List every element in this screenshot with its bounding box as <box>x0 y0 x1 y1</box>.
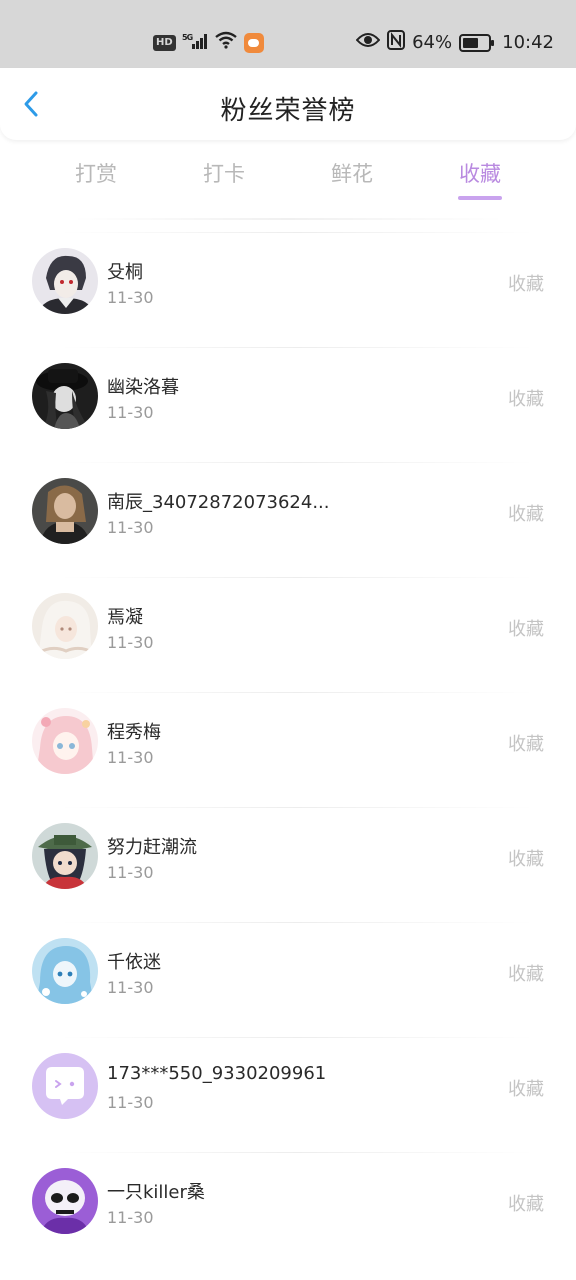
avatar[interactable] <box>32 1168 98 1234</box>
list-item[interactable]: 焉凝 11-30 收藏 <box>0 577 576 692</box>
divider <box>58 807 536 808</box>
fan-name: 努力赶潮流 <box>107 837 197 858</box>
avatar[interactable] <box>32 823 98 889</box>
fan-date: 11-30 <box>107 518 154 537</box>
page-title: 粉丝荣誉榜 <box>220 96 356 126</box>
clock: 10:42 <box>502 32 554 53</box>
svg-text:5G: 5G <box>182 33 193 42</box>
tab-flowers[interactable]: 鲜花 <box>307 158 397 188</box>
fan-name: 南辰_34072872073624... <box>107 492 330 513</box>
list-item[interactable]: 千依迷 11-30 收藏 <box>0 922 576 1037</box>
wifi-icon <box>214 31 238 54</box>
signal-icon: 5G <box>182 32 208 54</box>
fan-name: 程秀梅 <box>107 722 161 743</box>
avatar[interactable] <box>32 708 98 774</box>
fan-list: 殳桐 11-30 收藏 幽染洛暮 11-30 收藏 南辰_34072872073… <box>0 232 576 1267</box>
fan-name: 焉凝 <box>107 607 143 628</box>
divider <box>58 692 536 693</box>
message-app-icon <box>243 32 264 53</box>
fan-name: 一只killer桑 <box>107 1182 205 1203</box>
divider <box>58 232 536 233</box>
avatar[interactable] <box>32 1053 98 1119</box>
list-item[interactable]: 努力赶潮流 11-30 收藏 <box>0 807 576 922</box>
tab-favorites[interactable]: 收藏 <box>435 158 525 200</box>
fan-date: 11-30 <box>107 1208 154 1227</box>
divider <box>58 922 536 923</box>
battery-icon <box>459 33 495 52</box>
fan-date: 11-30 <box>107 748 154 767</box>
fan-date: 11-30 <box>107 978 154 997</box>
fan-action-type: 收藏 <box>508 964 544 985</box>
battery-percent: 64% <box>412 32 453 53</box>
fan-action-type: 收藏 <box>508 849 544 870</box>
divider <box>70 218 506 220</box>
fan-action-type: 收藏 <box>508 734 544 755</box>
default-avatar-chat-icon <box>32 1053 98 1119</box>
divider <box>58 577 536 578</box>
fan-action-type: 收藏 <box>508 389 544 410</box>
avatar[interactable] <box>32 478 98 544</box>
avatar[interactable] <box>32 938 98 1004</box>
fan-action-type: 收藏 <box>508 504 544 525</box>
avatar[interactable] <box>32 593 98 659</box>
fan-name: 173***550_9330209961 <box>107 1063 327 1084</box>
nfc-icon <box>387 30 406 55</box>
fan-action-type: 收藏 <box>508 274 544 295</box>
fan-date: 11-30 <box>107 403 154 422</box>
tab-favorites-label: 收藏 <box>459 162 501 186</box>
status-left: HD 5G <box>153 31 264 54</box>
avatar[interactable] <box>32 363 98 429</box>
fan-name: 殳桐 <box>107 262 143 283</box>
list-item[interactable]: 殳桐 11-30 收藏 <box>0 232 576 347</box>
status-right: 64% 10:42 <box>355 30 554 55</box>
avatar[interactable] <box>32 248 98 314</box>
list-item[interactable]: 程秀梅 11-30 收藏 <box>0 692 576 807</box>
fan-name: 幽染洛暮 <box>107 377 179 398</box>
list-item[interactable]: 一只killer桑 11-30 收藏 <box>0 1152 576 1267</box>
fan-action-type: 收藏 <box>508 619 544 640</box>
divider <box>58 462 536 463</box>
divider <box>58 347 536 348</box>
list-item[interactable]: 173***550_9330209961 11-30 收藏 <box>0 1037 576 1152</box>
tab-tips[interactable]: 打赏 <box>51 158 141 188</box>
list-item[interactable]: 幽染洛暮 11-30 收藏 <box>0 347 576 462</box>
hd-icon: HD <box>153 34 176 51</box>
divider <box>58 1037 536 1038</box>
fan-action-type: 收藏 <box>508 1194 544 1215</box>
fan-action-type: 收藏 <box>508 1079 544 1100</box>
header-bar: 粉丝荣誉榜 <box>0 68 576 140</box>
tab-bar: 打赏 打卡 鲜花 收藏 <box>0 150 576 210</box>
tab-checkin[interactable]: 打卡 <box>179 158 269 188</box>
divider <box>58 1152 536 1153</box>
status-bar: HD 5G 64% 10:42 <box>0 0 576 68</box>
fan-date: 11-30 <box>107 863 154 882</box>
list-item[interactable]: 南辰_34072872073624... 11-30 收藏 <box>0 462 576 577</box>
fan-date: 11-30 <box>107 633 154 652</box>
active-tab-indicator <box>458 196 502 200</box>
fan-name: 千依迷 <box>107 952 161 973</box>
fan-date: 11-30 <box>107 1093 154 1112</box>
fan-date: 11-30 <box>107 288 154 307</box>
eye-icon <box>355 32 381 53</box>
